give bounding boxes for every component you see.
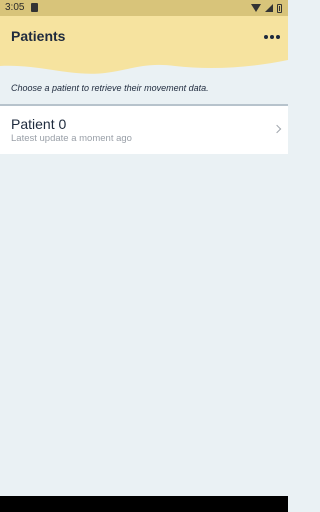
app-bar: Patients (0, 16, 288, 76)
page-title: Patients (11, 28, 66, 44)
navigation-bar (0, 496, 288, 512)
more-horizontal-icon (276, 35, 280, 39)
signal-icon (265, 4, 273, 12)
app-bar-background (0, 16, 288, 74)
chevron-right-icon (272, 124, 282, 134)
status-bar: 3:05 (0, 0, 288, 16)
patient-last-update: Latest update a moment ago (11, 133, 132, 144)
more-horizontal-icon (264, 35, 268, 39)
more-options-button[interactable] (262, 28, 282, 46)
status-icons (251, 2, 282, 14)
battery-icon (277, 3, 282, 13)
patient-name: Patient 0 (11, 116, 67, 132)
sd-card-icon (31, 3, 38, 12)
instruction-text: Choose a patient to retrieve their movem… (11, 83, 209, 93)
wifi-icon (251, 4, 261, 12)
status-time: 3:05 (5, 2, 25, 13)
more-horizontal-icon (270, 35, 274, 39)
patient-list-item[interactable]: Patient 0 Latest update a moment ago (0, 106, 288, 154)
